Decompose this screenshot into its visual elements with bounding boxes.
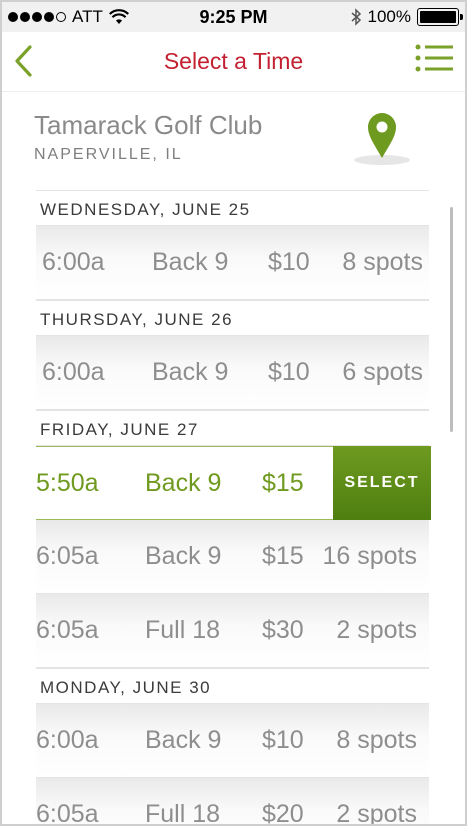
slot-holes: Back 9 <box>145 726 222 754</box>
slot-holes: Full 18 <box>145 616 221 644</box>
status-right: 100% <box>350 7 463 27</box>
slot-time: 6:05a <box>36 616 99 644</box>
slot-holes: Back 9 <box>152 248 229 276</box>
battery-icon <box>417 8 463 26</box>
tee-time-row[interactable]: 6:05a Full 18 $20 2 spots <box>36 778 429 826</box>
course-name: Tamarack Golf Club <box>34 110 263 140</box>
tee-time-row[interactable]: 6:00a Back 9 $10 8 spots <box>36 226 429 300</box>
day-header: MONDAY, JUNE 30 <box>36 668 429 704</box>
slot-spots: 6 spots <box>342 358 423 386</box>
slot-holes: Back 9 <box>145 542 222 570</box>
navigation-bar: Select a Time <box>2 32 465 92</box>
list-menu-icon[interactable] <box>415 44 453 72</box>
slot-time: 6:00a <box>42 358 105 386</box>
slot-holes: Back 9 <box>152 358 229 386</box>
bluetooth-icon <box>351 8 361 26</box>
day-header: THURSDAY, JUNE 26 <box>36 300 429 336</box>
slot-price: $10 <box>268 248 310 276</box>
slot-holes: Back 9 <box>145 469 222 497</box>
slot-spots: 8 spots <box>336 726 417 754</box>
day-header: WEDNESDAY, JUNE 25 <box>36 190 429 226</box>
slot-spots: 2 spots <box>336 800 417 826</box>
slot-time: 5:50a <box>36 469 99 497</box>
page-title: Select a Time <box>163 48 304 74</box>
slot-price: $30 <box>262 616 304 644</box>
battery-percent: 100% <box>367 7 411 26</box>
slot-price: $10 <box>262 726 304 754</box>
slot-price: $20 <box>262 800 304 826</box>
slot-time: 6:05a <box>36 800 99 826</box>
tee-time-row[interactable]: 6:00a Back 9 $10 6 spots <box>36 336 429 410</box>
slot-time: 6:00a <box>36 726 99 754</box>
slot-price: $10 <box>268 358 310 386</box>
slot-price: $15 <box>262 542 304 570</box>
tee-time-list: WEDNESDAY, JUNE 25 6:00a Back 9 $10 8 sp… <box>36 190 431 826</box>
slot-price: $15 <box>262 469 304 497</box>
status-bar: ATT 9:25 PM 100% <box>2 2 465 32</box>
map-pin-icon[interactable] <box>352 108 412 168</box>
course-location: NAPERVILLE, IL <box>34 146 183 163</box>
tee-time-row[interactable]: 6:05a Full 18 $30 2 spots <box>36 594 429 668</box>
day-header: FRIDAY, JUNE 27 <box>36 410 429 446</box>
slot-spots: 16 spots <box>322 542 417 570</box>
select-button[interactable]: SELECT <box>333 446 431 520</box>
phone-screen: ATT 9:25 PM 100% Select a Time Tamarack … <box>0 0 467 826</box>
slot-spots: 2 spots <box>336 616 417 644</box>
slot-holes: Full 18 <box>145 800 221 826</box>
slot-spots: 8 spots <box>342 248 423 276</box>
slot-time: 6:05a <box>36 542 99 570</box>
slot-time: 6:00a <box>42 248 105 276</box>
course-header: Tamarack Golf Club NAPERVILLE, IL <box>2 92 465 190</box>
tee-time-row[interactable]: 6:00a Back 9 $10 8 spots <box>36 704 429 778</box>
scrollbar[interactable] <box>450 207 453 432</box>
tee-time-row-selected[interactable]: 5:50a Back 9 $15 SELECT <box>36 446 431 520</box>
tee-time-row[interactable]: 6:05a Back 9 $15 16 spots <box>36 520 429 594</box>
